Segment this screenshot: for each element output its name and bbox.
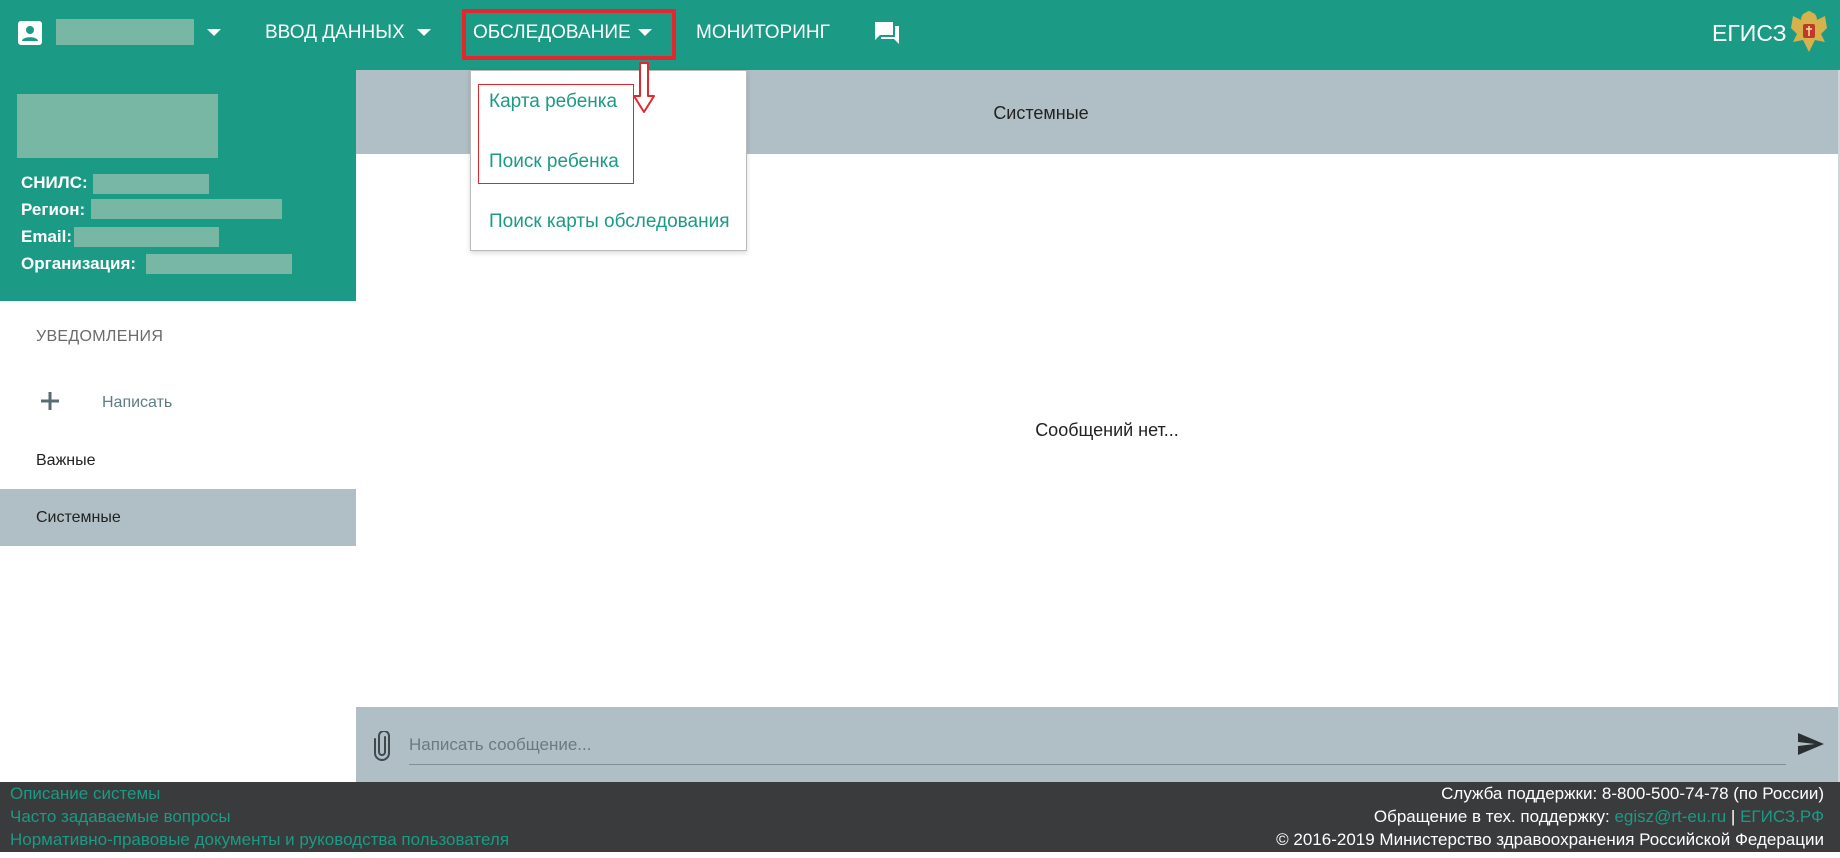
notifications-sidebar: УВЕДОМЛЕНИЯ Написать Важные Системные [0, 301, 356, 782]
sidebar-item-important[interactable]: Важные [0, 432, 356, 489]
footer-link-docs[interactable]: Нормативно-правовые документы и руководс… [10, 830, 509, 850]
menu-item-child-card[interactable]: Карта ребенка [489, 91, 617, 113]
menu-item-exam-card-search[interactable]: Поиск карты обследования [489, 211, 729, 233]
paperclip-icon[interactable] [373, 731, 391, 761]
top-navbar: ВВОД ДАННЫХ ОБСЛЕДОВАНИЕ МОНИТОРИНГ ЕГИС… [0, 0, 1840, 70]
bottom-margin [0, 852, 1840, 858]
empty-state-message: Сообщений нет... [1035, 420, 1179, 440]
profile-region-value-redacted [91, 199, 282, 219]
copyright: © 2016-2019 Министерство здравоохранения… [1276, 830, 1824, 849]
menu-item-child-search[interactable]: Поиск ребенка [489, 151, 619, 173]
separator: | [1730, 807, 1736, 826]
nav-data-entry[interactable]: ВВОД ДАННЫХ [265, 20, 405, 46]
profile-org-label: Организация: [21, 254, 137, 273]
avatar [17, 94, 218, 158]
support-email-link[interactable]: egisz@rt-eu.ru [1614, 807, 1726, 826]
profile-region-label: Регион: [21, 200, 86, 219]
emblem-icon [1791, 11, 1827, 52]
nav-data-entry-chevron-down-icon[interactable] [417, 29, 431, 36]
account-box-icon[interactable] [18, 21, 42, 45]
support-phone: Служба поддержки: 8-800-500-74-78 (по Ро… [1441, 784, 1824, 803]
annotation-arrow-icon [633, 62, 655, 113]
brand-name: ЕГИСЗ [1712, 20, 1787, 46]
write-message-button[interactable]: Написать [102, 394, 172, 412]
tech-support-line: Обращение в тех. поддержку: egisz@rt-eu.… [1374, 807, 1824, 827]
tech-support-label: Обращение в тех. поддержку: [1373, 807, 1610, 826]
annotation-highlight-box [462, 9, 676, 60]
sidebar-item-system[interactable]: Системные [0, 489, 356, 546]
footer-link-faq[interactable]: Часто задаваемые вопросы [10, 807, 231, 827]
user-menu-chevron-down-icon[interactable] [207, 29, 221, 36]
examination-dropdown-menu: Карта ребенка Поиск ребенка Поиск карты … [470, 70, 747, 251]
send-icon[interactable] [1797, 732, 1825, 756]
user-name-redacted[interactable] [56, 19, 194, 45]
chat-icon[interactable] [873, 20, 901, 46]
profile-email-label: Email: [21, 227, 73, 246]
profile-snils-value-redacted [93, 174, 209, 194]
user-profile-panel: СНИЛС: Регион: Email: Организация: [0, 70, 356, 301]
sidebar-heading: УВЕДОМЛЕНИЯ [36, 328, 164, 345]
footer-link-system-description[interactable]: Описание системы [10, 784, 160, 804]
plus-icon[interactable] [40, 391, 60, 411]
nav-monitoring[interactable]: МОНИТОРИНГ [696, 20, 830, 46]
egisz-site-link[interactable]: ЕГИСЗ.РФ [1740, 807, 1824, 826]
message-composer [356, 707, 1838, 782]
message-input[interactable] [409, 725, 1786, 765]
profile-snils-label: СНИЛС: [21, 173, 88, 192]
footer: Описание системы Часто задаваемые вопрос… [0, 782, 1840, 858]
profile-org-value-redacted [146, 254, 292, 274]
profile-email-value-redacted [74, 227, 219, 247]
